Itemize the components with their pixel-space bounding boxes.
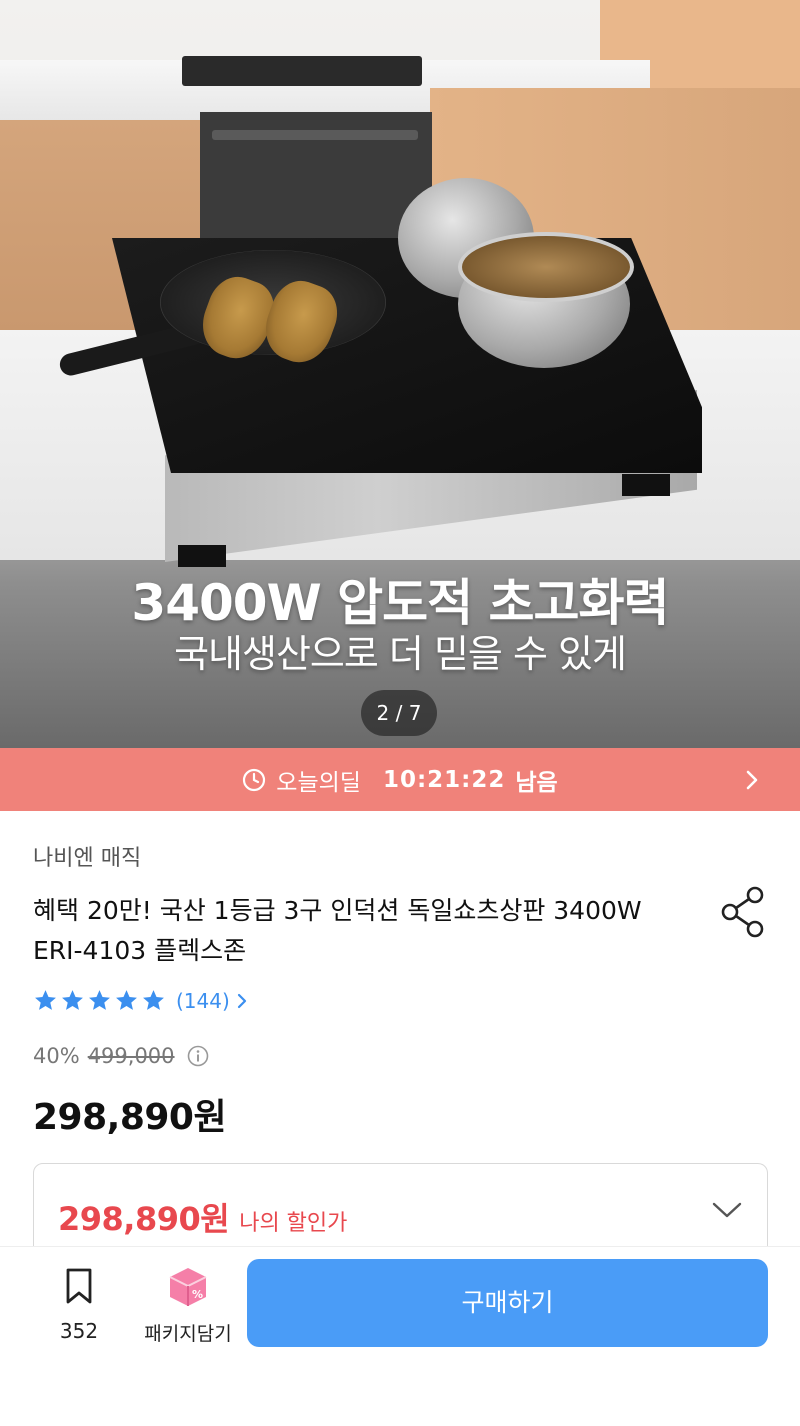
info-icon[interactable] [187, 1045, 209, 1067]
brand-name[interactable]: 나비엔 매직 [33, 840, 141, 872]
oven-handle [212, 130, 418, 140]
sale-price: 298,890원 [33, 1097, 227, 1138]
hero-subline: 국내생산으로 더 믿을 수 있게 [174, 632, 627, 676]
original-price: 499,000 [87, 1044, 175, 1068]
share-icon[interactable] [718, 885, 768, 939]
star-icon [62, 990, 83, 1010]
svg-text:%: % [192, 1288, 203, 1301]
cooktop-foot [622, 474, 670, 496]
my-discount-label: 나의 할인가 [239, 1211, 348, 1236]
product-title: 혜택 20만! 국산 1등급 3구 인덕션 독일쇼츠상판 3400W ERI-4… [33, 896, 642, 965]
discount-rate: 40% [33, 1044, 80, 1068]
chevron-down-icon[interactable] [711, 1200, 743, 1220]
package-add-button[interactable]: % 패키지담기 [138, 1265, 238, 1355]
bottom-action-bar: 352 % 패키지담기 구매하기 [0, 1246, 800, 1426]
my-discount-price: 298,890원 [58, 1200, 230, 1238]
bookmark-icon [66, 1268, 92, 1304]
star-icon [116, 990, 137, 1010]
star-icon [35, 990, 56, 1010]
clock-icon [243, 768, 266, 791]
rating-row[interactable]: (144) [33, 988, 248, 1013]
product-image-carousel[interactable]: 3400W 압도적 초고화력 국내생산으로 더 믿을 수 있게 2 / 7 [0, 0, 800, 748]
package-box-icon: % [169, 1268, 207, 1306]
discount-row: 40% 499,000 [33, 1044, 209, 1068]
bookmark-count: 352 [59, 1319, 99, 1343]
todays-deal-bar[interactable]: 오늘의딜 10:21:22 남음 [0, 748, 800, 811]
chevron-right-icon[interactable] [742, 768, 762, 792]
carousel-pager: 2 / 7 [361, 690, 437, 736]
deal-countdown: 10:21:22 [382, 766, 506, 793]
buy-button[interactable]: 구매하기 [247, 1259, 768, 1347]
deal-remaining-label: 남음 [515, 769, 558, 796]
package-label: 패키지담기 [144, 1323, 232, 1345]
star-icon [143, 990, 164, 1010]
deal-label: 오늘의딜 [276, 769, 361, 796]
pot-lid [458, 232, 634, 302]
star-rating [33, 988, 166, 1013]
review-count[interactable]: (144) [176, 989, 230, 1013]
background-hob [182, 56, 422, 86]
chevron-right-icon[interactable] [236, 992, 248, 1010]
star-icon [89, 990, 110, 1010]
bookmark-button[interactable]: 352 [44, 1267, 114, 1347]
